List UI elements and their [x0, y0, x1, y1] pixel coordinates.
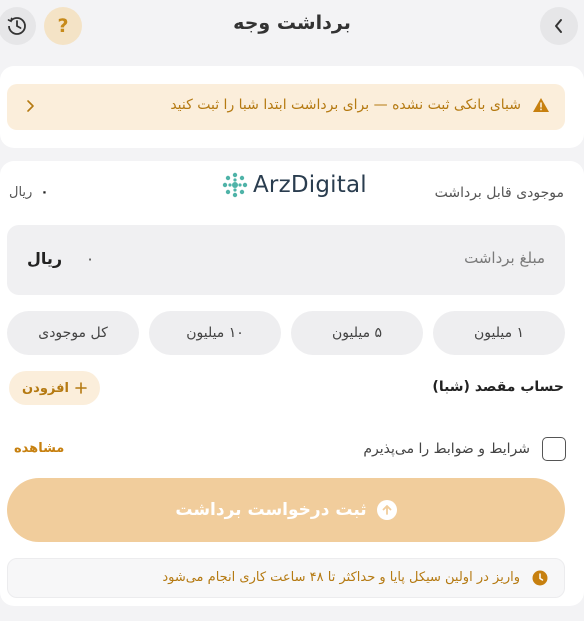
- amount-placeholder: مبلغ برداشت: [464, 249, 545, 267]
- add-label: افزودن: [22, 380, 69, 396]
- balance-amount: ۰: [40, 185, 49, 200]
- chip-1-million[interactable]: ۱ میلیون: [433, 311, 565, 355]
- chip-10-million[interactable]: ۱۰ میلیون: [149, 311, 281, 355]
- note-text: واریز در اولین سیکل پایا و حداکثر تا ۴۸ …: [162, 570, 520, 585]
- chip-5-million[interactable]: ۵ میلیون: [291, 311, 423, 355]
- settlement-note: واریز در اولین سیکل پایا و حداکثر تا ۴۸ …: [7, 558, 565, 598]
- help-icon: ?: [57, 15, 69, 37]
- help-button[interactable]: ?: [44, 7, 82, 45]
- balance-value: ۰ ریال: [9, 185, 48, 200]
- logo-text: ArzDigital: [253, 172, 367, 198]
- submit-label: ثبت درخواست برداشت: [175, 500, 367, 520]
- history-clock-icon: [7, 17, 26, 35]
- destination-label: حساب مقصد (شبا): [432, 379, 564, 395]
- submit-withdraw-button[interactable]: ثبت درخواست برداشت: [7, 478, 565, 542]
- terms-row: شرایط و ضوابط را می‌پذیرم مشاهده: [0, 437, 584, 463]
- warning-triangle-icon: [533, 98, 549, 112]
- arzdigital-logo: ArzDigital: [221, 171, 367, 199]
- balance-label: موجودی قابل برداشت: [434, 185, 564, 201]
- header: برداشت وجه ?: [0, 0, 584, 52]
- warning-card: شبای بانکی ثبت نشده — برای برداشت ابتدا …: [0, 66, 584, 148]
- balance-unit: ریال: [9, 185, 33, 200]
- quick-amount-chips: ۱ میلیون ۵ میلیون ۱۰ میلیون کل موجودی: [7, 311, 565, 355]
- add-sheba-button[interactable]: افزودن: [9, 371, 100, 405]
- page-title: برداشت وجه: [233, 12, 351, 34]
- plus-icon: [75, 382, 87, 394]
- terms-checkbox[interactable]: [542, 437, 566, 461]
- clock-icon: [532, 570, 548, 586]
- amount-unit: ریال: [27, 249, 63, 268]
- chevron-left-icon: [27, 100, 34, 112]
- history-button[interactable]: [0, 7, 36, 45]
- withdraw-page: برداشت وجه ? شبای بانکی ثبت نشده — برای …: [0, 0, 584, 621]
- view-terms-link[interactable]: مشاهده: [14, 441, 64, 456]
- terms-text: شرایط و ضوابط را می‌پذیرم: [363, 441, 530, 457]
- amount-input[interactable]: مبلغ برداشت ۰ ریال: [7, 225, 565, 295]
- amount-number: ۰: [85, 249, 95, 268]
- arrow-up-icon: [376, 500, 397, 520]
- withdraw-form-card: موجودی قابل برداشت ArzDigital ۰ ریال مبل…: [0, 161, 584, 606]
- logo-icon: [222, 172, 248, 198]
- warning-text: شبای بانکی ثبت نشده — برای برداشت ابتدا …: [170, 97, 521, 113]
- amount-value: ۰ ریال: [27, 249, 94, 268]
- sheba-warning-banner[interactable]: شبای بانکی ثبت نشده — برای برداشت ابتدا …: [7, 84, 565, 130]
- chip-full-balance[interactable]: کل موجودی: [7, 311, 139, 355]
